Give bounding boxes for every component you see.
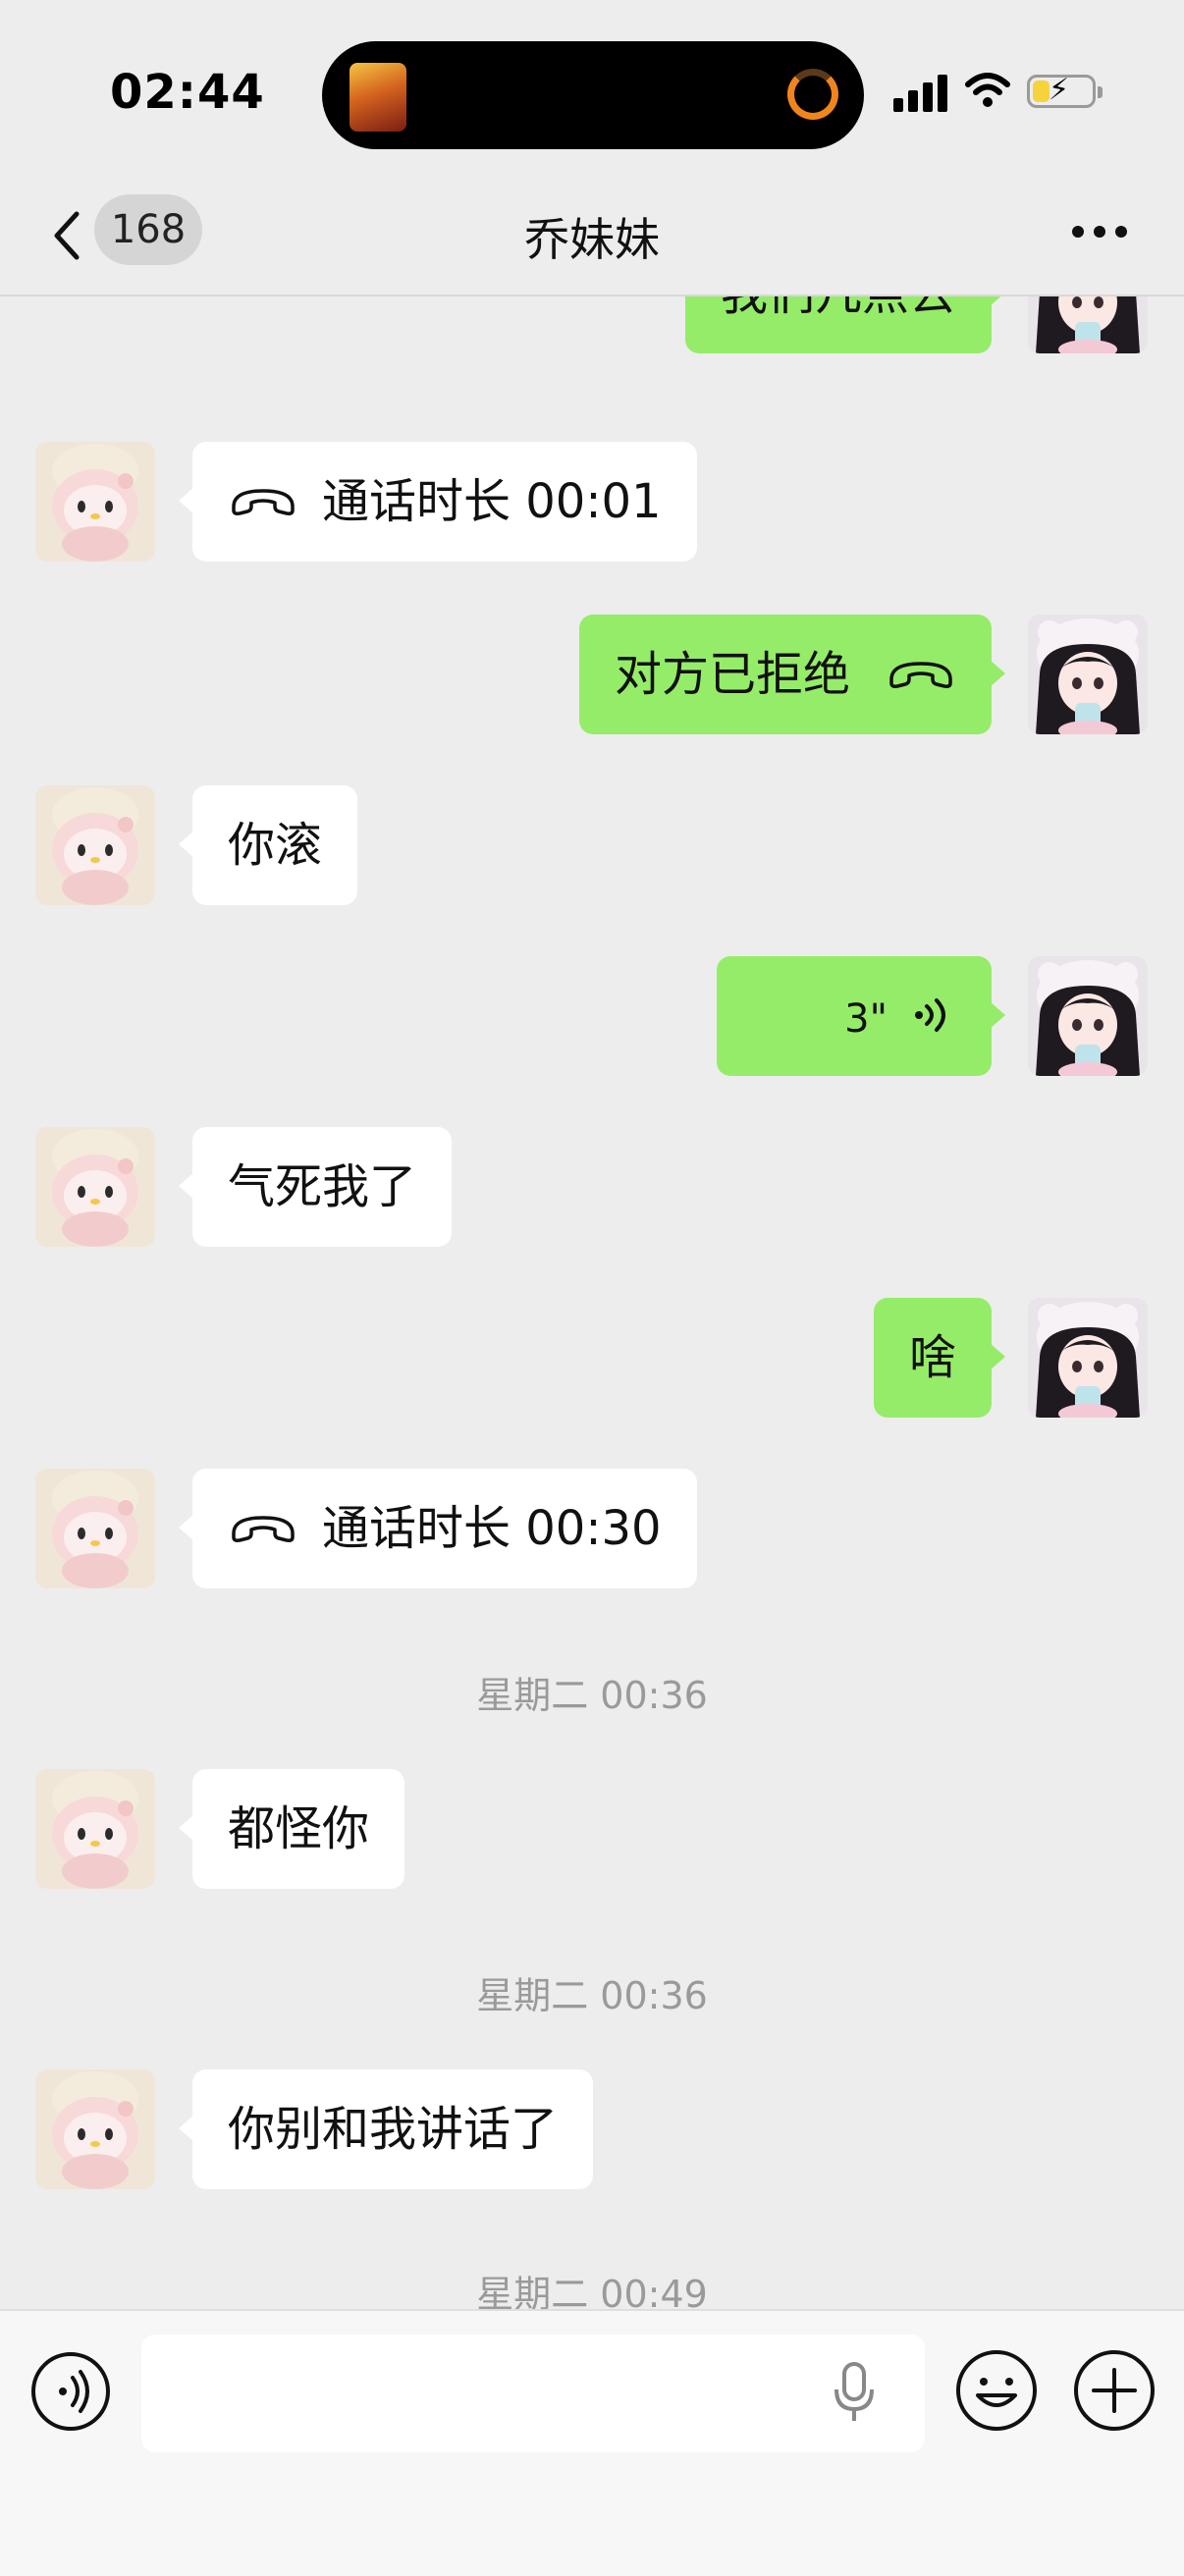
now-playing-artwork [350, 63, 406, 132]
my-avatar[interactable] [1028, 1298, 1148, 1418]
incoming-call-bubble[interactable]: 通话时长 00:30 [179, 1469, 697, 1588]
incoming-text-bubble[interactable]: 你滚 [178, 785, 358, 905]
status-time: 02:44 [110, 65, 265, 120]
message-timestamp: 星期二 00:36 [476, 1674, 708, 1717]
emoji-icon[interactable] [954, 2348, 1039, 2433]
microphone-icon[interactable] [833, 2360, 876, 2425]
message-text: 气死我了 [228, 1159, 417, 1214]
battery-cap [1098, 86, 1103, 98]
friend-avatar[interactable] [35, 442, 155, 562]
call-duration-text: 通话时长 00:30 [322, 1501, 662, 1556]
wifi-icon [965, 73, 1010, 107]
message-timestamp: 星期二 00:36 [476, 1974, 708, 2017]
message-input[interactable] [141, 2334, 925, 2452]
friend-avatar[interactable] [35, 1769, 155, 1889]
my-avatar[interactable] [1028, 956, 1148, 1076]
outgoing-voice-bubble[interactable]: 3" [717, 956, 1005, 1076]
plus-icon[interactable] [1072, 2348, 1157, 2433]
charging-bolt-icon: ⚡ [1049, 73, 1070, 107]
battery-level [1033, 80, 1049, 102]
message-text: 你滚 [228, 818, 323, 873]
phone-hangup-icon [228, 1508, 298, 1547]
friend-avatar[interactable] [35, 1127, 155, 1247]
incoming-text-bubble[interactable]: 你别和我讲话了 [178, 2069, 594, 2189]
voice-wave-icon [915, 998, 945, 1032]
phone-hangup-icon [228, 481, 298, 520]
my-avatar[interactable] [1028, 296, 1148, 353]
incoming-text-bubble[interactable]: 气死我了 [178, 1127, 453, 1247]
message-text: 我们几点去 [721, 296, 956, 321]
input-bar [0, 2309, 1184, 2576]
status-bar: 02:44 ⚡ [0, 0, 1184, 187]
outgoing-text-bubble[interactable]: 啥 [873, 1298, 1006, 1418]
chat-title: 乔妹妹 [524, 213, 660, 266]
message-timestamp: 星期二 00:49 [476, 2273, 708, 2309]
my-avatar[interactable] [1028, 615, 1148, 734]
phone-hangup-icon [886, 654, 956, 693]
more-options-icon[interactable] [1072, 226, 1129, 240]
incoming-text-bubble[interactable]: 都怪你 [178, 1769, 405, 1889]
call-duration-text: 通话时长 00:01 [322, 474, 662, 529]
incoming-call-bubble[interactable]: 通话时长 00:01 [179, 442, 697, 562]
voice-duration-text: 3" [844, 996, 888, 1042]
friend-avatar[interactable] [35, 1469, 155, 1588]
message-text: 都怪你 [228, 1801, 370, 1856]
friend-avatar[interactable] [35, 785, 155, 905]
dynamic-island[interactable] [322, 41, 864, 149]
outgoing-call-bubble[interactable]: 对方已拒绝 [578, 615, 1006, 734]
chat-header: 168 乔妹妹 [0, 187, 1184, 296]
voice-toggle-icon[interactable] [29, 2350, 112, 2433]
cellular-signal-icon [893, 73, 948, 112]
activity-ring-icon [787, 69, 838, 120]
message-text: 啥 [908, 1330, 956, 1385]
friend-avatar[interactable] [35, 2069, 155, 2189]
call-status-text: 对方已拒绝 [614, 647, 850, 702]
message-text: 你别和我讲话了 [228, 2102, 559, 2157]
message-list[interactable]: 我们几点去 通话时长 00:01 对方已拒绝 你滚 3" 气 [0, 296, 1184, 2309]
outgoing-text-bubble[interactable]: 我们几点去 [684, 296, 1006, 353]
